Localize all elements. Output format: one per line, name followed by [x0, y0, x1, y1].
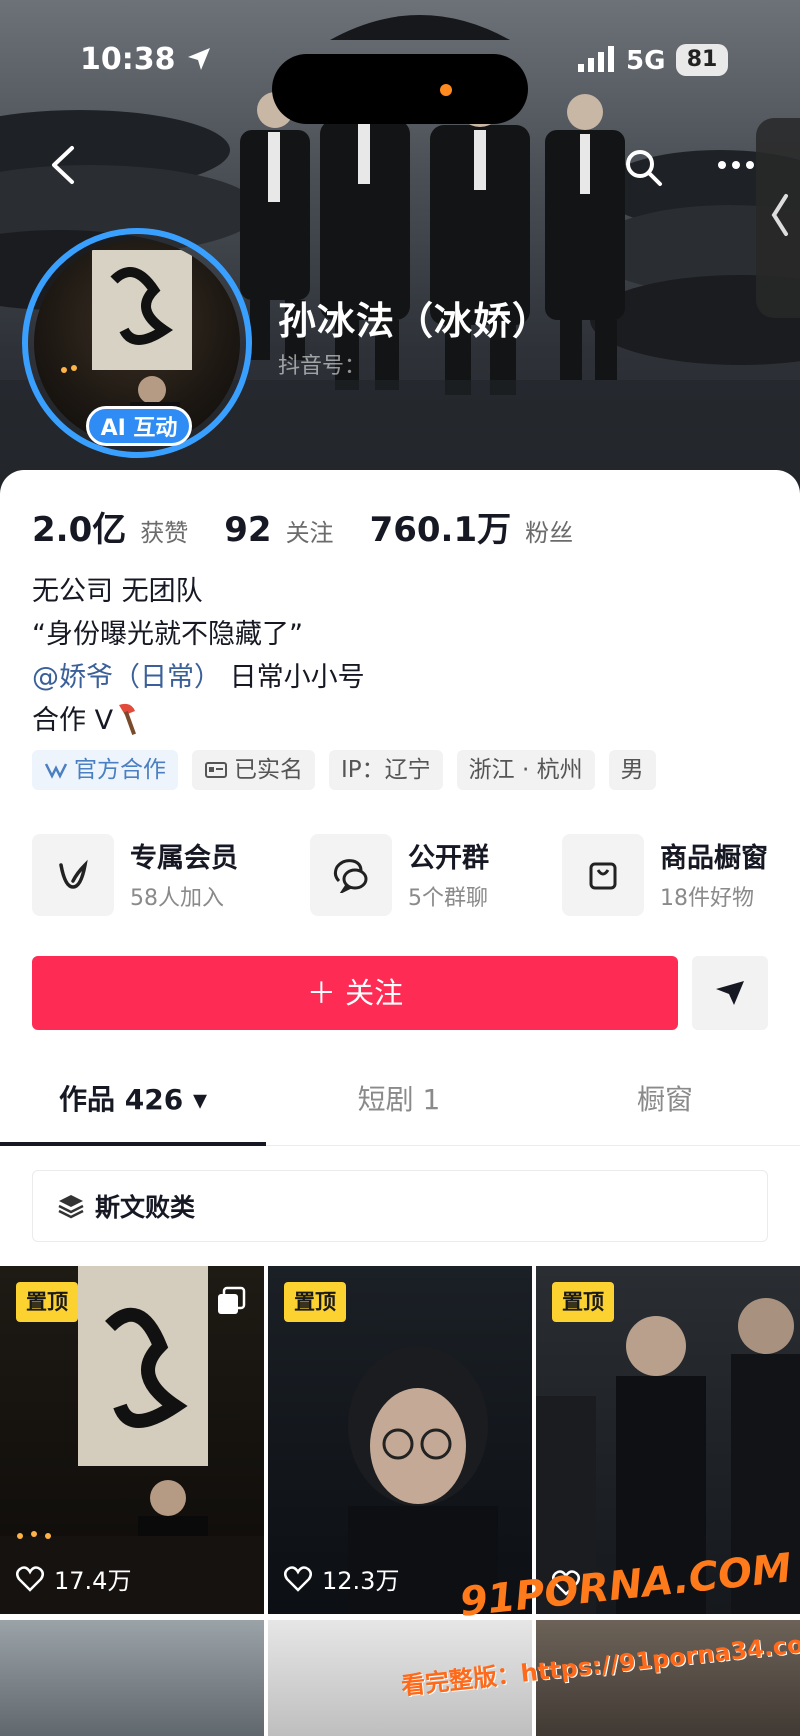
- likes-label: 获赞: [140, 519, 189, 547]
- bio-line: 无公司 无团队: [32, 576, 203, 607]
- tag-label: 已实名: [234, 757, 303, 783]
- like-count: 17.4万: [16, 1561, 131, 1596]
- battery-indicator: 81: [676, 44, 728, 76]
- chat-group-icon: [310, 834, 392, 916]
- followers-count[interactable]: 760.1万: [370, 502, 512, 551]
- like-count-text: 12.3万: [322, 1567, 400, 1595]
- pinned-badge: 置顶: [16, 1282, 78, 1322]
- dynamic-island: [272, 54, 528, 124]
- multi-image-icon: [218, 1286, 246, 1314]
- profile-tags: 官方合作 已实名 IP：辽宁 浙江 · 杭州 男: [32, 750, 656, 790]
- official-cooperation-tag[interactable]: 官方合作: [32, 750, 178, 790]
- bio-contact: 合作 V: [32, 705, 114, 736]
- followers-label: 粉丝: [525, 519, 574, 547]
- pinned-badge: 置顶: [284, 1282, 346, 1322]
- more-options-icon[interactable]: [714, 150, 758, 180]
- signal-icon: [578, 46, 614, 72]
- like-count-text: 17.4万: [54, 1567, 132, 1595]
- axe-icon: [119, 703, 137, 735]
- collection-entry[interactable]: 斯文败类: [32, 1170, 768, 1242]
- official-icon: [44, 763, 68, 779]
- profile-info-card: 2.0亿 获赞 92 关注 760.1万 粉丝 无公司 无团队 “身份曝光就不隐…: [0, 470, 800, 1736]
- service-subtitle: 5个群聊: [408, 886, 488, 911]
- following-count[interactable]: 92: [224, 510, 271, 550]
- layers-icon: [58, 1195, 84, 1219]
- active-tab-indicator: [0, 1142, 266, 1146]
- likes-count[interactable]: 2.0亿: [32, 502, 126, 551]
- mention-suffix: 日常小小号: [229, 662, 365, 693]
- status-time: 10:38: [80, 42, 176, 77]
- service-title: 公开群: [408, 843, 489, 874]
- member-v-icon: [32, 834, 114, 916]
- tab-short-drama[interactable]: 短剧 1: [266, 1054, 532, 1146]
- chevron-left-icon: [771, 194, 788, 236]
- pinned-badge: 置顶: [552, 1282, 614, 1322]
- id-card-icon: [205, 762, 227, 778]
- back-chevron-icon[interactable]: [44, 140, 84, 190]
- account-id-label: 抖音号：: [278, 354, 367, 379]
- network-type: 5G: [626, 46, 666, 76]
- verified-name-tag: 已实名: [192, 750, 315, 790]
- ip-location-tag: IP：辽宁: [329, 750, 443, 790]
- profile-stats: 2.0亿 获赞 92 关注 760.1万 粉丝: [32, 502, 595, 550]
- service-subtitle: 58人加入: [130, 886, 224, 911]
- tab-works[interactable]: 作品 426 ▾: [0, 1054, 266, 1146]
- site-watermark: 91PORNA.COM 看完整版：https://91porna34.com: [400, 1545, 800, 1700]
- city-tag: 浙江 · 杭州: [456, 750, 595, 790]
- video-thumbnail[interactable]: [0, 1620, 264, 1736]
- bio-line: 合作 V: [32, 699, 365, 742]
- following-label: 关注: [285, 519, 334, 547]
- watermark-url: 看完整版：https://91porna34.com: [399, 1627, 800, 1701]
- side-panel-handle[interactable]: [756, 118, 800, 318]
- content-tabs: 作品 426 ▾ 短剧 1 橱窗: [0, 1054, 800, 1146]
- search-icon[interactable]: [622, 146, 666, 190]
- follow-button[interactable]: ＋ 关注: [32, 956, 678, 1030]
- service-title: 商品橱窗: [660, 843, 768, 874]
- gender-tag: 男: [608, 750, 656, 790]
- heart-icon: [284, 1565, 312, 1592]
- tab-showcase[interactable]: 橱窗: [532, 1054, 798, 1146]
- ai-interaction-badge[interactable]: AI 互动: [86, 406, 192, 446]
- recording-dot-icon: [440, 84, 452, 96]
- profile-bio: 无公司 无团队 “身份曝光就不隐藏了” @娇爷（日常） 日常小小号 合作 V: [32, 570, 365, 742]
- heart-icon: [16, 1565, 44, 1592]
- tag-label: 官方合作: [74, 757, 166, 783]
- mention-link[interactable]: @娇爷（日常）: [32, 662, 221, 693]
- like-count: 12.3万: [284, 1561, 399, 1596]
- shop-bag-icon: [562, 834, 644, 916]
- share-button[interactable]: [692, 956, 768, 1030]
- send-arrow-icon: [716, 981, 744, 1005]
- status-bar: 10:38 5G 81: [0, 30, 800, 124]
- service-subtitle: 18件好物: [660, 886, 754, 911]
- collection-title: 斯文败类: [95, 1193, 196, 1222]
- location-arrow-icon: [188, 48, 210, 70]
- bio-line: @娇爷（日常） 日常小小号: [32, 656, 365, 699]
- bio-line: “身份曝光就不隐藏了”: [32, 619, 303, 650]
- video-thumbnail[interactable]: 置顶 17.4万: [0, 1266, 264, 1614]
- service-title: 专属会员: [130, 843, 238, 874]
- profile-services: 专属会员 58人加入 公开群 5个群聊 商品橱窗 18件好物: [32, 834, 772, 916]
- profile-header-background: 10:38 5G 81 AI 互动 孙冰法（冰娇） 抖音号：: [0, 0, 800, 500]
- profile-nickname: 孙冰法（冰娇）: [278, 299, 552, 343]
